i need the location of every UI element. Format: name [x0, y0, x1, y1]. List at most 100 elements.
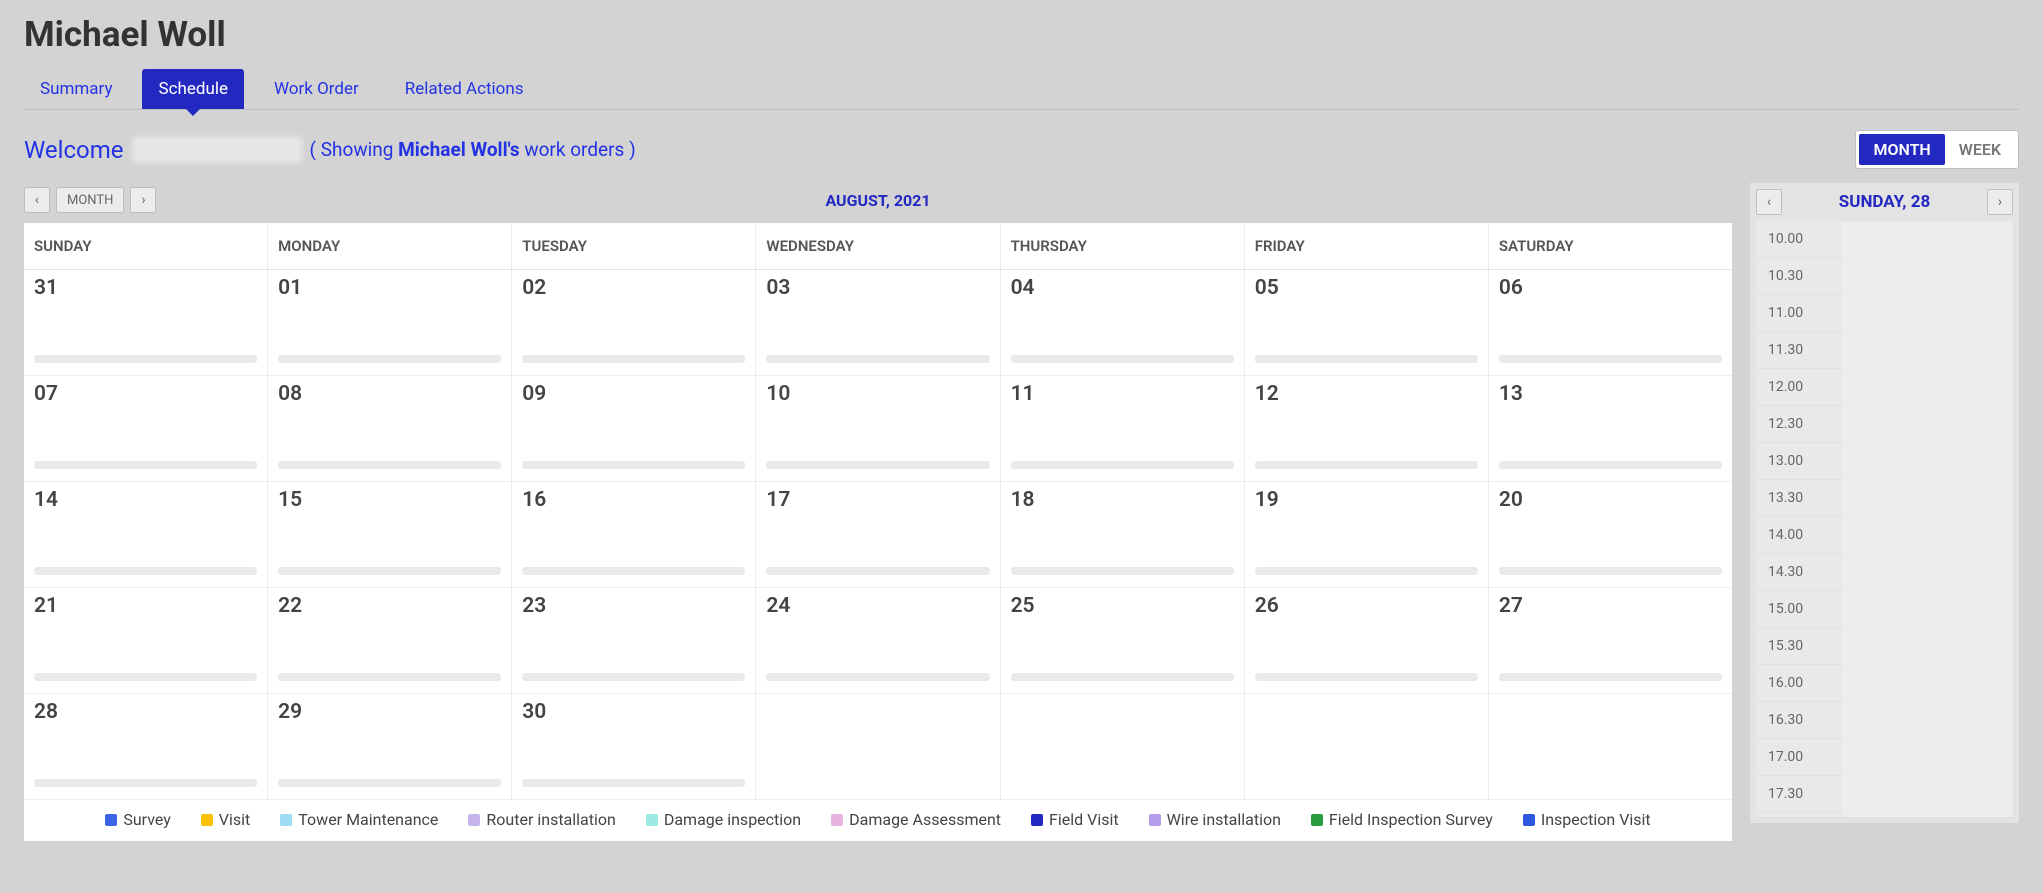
view-week-button[interactable]: WEEK — [1945, 134, 2015, 165]
time-slot: 17.30 — [1756, 776, 1842, 813]
calendar-cell[interactable]: 19 — [1245, 482, 1489, 588]
calendar-cell[interactable]: 10 — [756, 376, 1000, 482]
calendar-cell[interactable]: 21 — [24, 588, 268, 694]
view-month-button[interactable]: MONTH — [1859, 134, 1944, 165]
day-header: MONDAY — [268, 223, 512, 270]
calendar-cell[interactable]: 18 — [1001, 482, 1245, 588]
calendar-cell[interactable]: 06 — [1489, 270, 1732, 376]
showing-suffix: work orders ) — [520, 138, 636, 161]
time-slot: 11.00 — [1756, 295, 1842, 332]
day-header: FRIDAY — [1245, 223, 1489, 270]
date-number: 21 — [34, 594, 257, 618]
day-pane: ‹ SUNDAY, 28 › 10.0010.3011.0011.3012.00… — [1750, 183, 2019, 823]
legend-swatch — [1523, 814, 1535, 826]
calendar-cell[interactable]: 09 — [512, 376, 756, 482]
calendar-cell[interactable]: 07 — [24, 376, 268, 482]
calendar-cell[interactable]: 30 — [512, 694, 756, 800]
calendar-cell[interactable] — [756, 694, 1000, 800]
calendar-cell[interactable]: 29 — [268, 694, 512, 800]
calendar-cell[interactable]: 31 — [24, 270, 268, 376]
calendar-cell[interactable]: 12 — [1245, 376, 1489, 482]
calendar-cell[interactable]: 26 — [1245, 588, 1489, 694]
event-placeholder — [766, 461, 989, 469]
time-slot: 14.30 — [1756, 554, 1842, 591]
event-placeholder — [1499, 355, 1722, 363]
today-month-button[interactable]: MONTH — [56, 187, 124, 213]
legend-item: Tower Maintenance — [280, 810, 438, 829]
month-title: AUGUST, 2021 — [24, 191, 1732, 210]
legend-label: Damage inspection — [664, 810, 801, 829]
event-placeholder — [1011, 355, 1234, 363]
calendar-cell[interactable]: 22 — [268, 588, 512, 694]
date-number: 24 — [766, 594, 989, 618]
date-number: 06 — [1499, 276, 1722, 300]
legend-item: Field Inspection Survey — [1311, 810, 1493, 829]
calendar-cell[interactable]: 03 — [756, 270, 1000, 376]
calendar-cell[interactable]: 27 — [1489, 588, 1732, 694]
calendar-cell[interactable]: 20 — [1489, 482, 1732, 588]
legend-item: Wire installation — [1149, 810, 1281, 829]
event-placeholder — [1011, 567, 1234, 575]
date-number: 01 — [278, 276, 501, 300]
calendar-cell[interactable]: 17 — [756, 482, 1000, 588]
month-nav: ‹ MONTH › AUGUST, 2021 — [24, 187, 1732, 213]
date-number: 26 — [1255, 594, 1478, 618]
date-number: 31 — [34, 276, 257, 300]
calendar-cell[interactable]: 01 — [268, 270, 512, 376]
tab-bar: Summary Schedule Work Order Related Acti… — [24, 69, 2019, 110]
date-number: 30 — [522, 700, 745, 724]
time-slot: 10.00 — [1756, 221, 1842, 258]
date-number: 28 — [34, 700, 257, 724]
day-header: SUNDAY — [24, 223, 268, 270]
prev-day-button[interactable]: ‹ — [1756, 189, 1782, 215]
date-number: 08 — [278, 382, 501, 406]
time-slot: 13.30 — [1756, 480, 1842, 517]
day-header: THURSDAY — [1001, 223, 1245, 270]
calendar-cell[interactable] — [1245, 694, 1489, 800]
welcome-label: Welcome — [24, 136, 124, 164]
calendar-cell[interactable]: 13 — [1489, 376, 1732, 482]
calendar-cell[interactable]: 24 — [756, 588, 1000, 694]
calendar-cell[interactable] — [1489, 694, 1732, 800]
date-number: 07 — [34, 382, 257, 406]
prev-month-button[interactable]: ‹ — [24, 187, 50, 213]
calendar-cell[interactable]: 04 — [1001, 270, 1245, 376]
date-number: 23 — [522, 594, 745, 618]
calendar-cell[interactable]: 16 — [512, 482, 756, 588]
legend-label: Damage Assessment — [849, 810, 1001, 829]
next-month-button[interactable]: › — [130, 187, 156, 213]
time-slot: 12.00 — [1756, 369, 1842, 406]
legend-label: Tower Maintenance — [298, 810, 438, 829]
tab-summary[interactable]: Summary — [24, 69, 128, 109]
legend-swatch — [1031, 814, 1043, 826]
event-placeholder — [1255, 567, 1478, 575]
calendar-cell[interactable] — [1001, 694, 1245, 800]
event-placeholder — [1255, 673, 1478, 681]
calendar-cell[interactable]: 23 — [512, 588, 756, 694]
date-number: 15 — [278, 488, 501, 512]
calendar-cell[interactable]: 14 — [24, 482, 268, 588]
event-placeholder — [522, 779, 745, 787]
date-number: 29 — [278, 700, 501, 724]
date-number: 13 — [1499, 382, 1722, 406]
tab-schedule[interactable]: Schedule — [142, 69, 243, 109]
day-event-column[interactable] — [1842, 221, 2013, 817]
date-number: 12 — [1255, 382, 1478, 406]
event-placeholder — [278, 567, 501, 575]
calendar-cell[interactable]: 05 — [1245, 270, 1489, 376]
calendar-cell[interactable]: 11 — [1001, 376, 1245, 482]
next-day-button[interactable]: › — [1987, 189, 2013, 215]
legend-label: Field Inspection Survey — [1329, 810, 1493, 829]
calendar-cell[interactable]: 28 — [24, 694, 268, 800]
calendar-cell[interactable]: 25 — [1001, 588, 1245, 694]
event-placeholder — [766, 673, 989, 681]
tab-work-order[interactable]: Work Order — [258, 69, 375, 109]
legend-label: Visit — [219, 810, 250, 829]
legend-swatch — [646, 814, 658, 826]
event-placeholder — [34, 673, 257, 681]
event-placeholder — [766, 355, 989, 363]
tab-related-actions[interactable]: Related Actions — [389, 69, 540, 109]
calendar-cell[interactable]: 15 — [268, 482, 512, 588]
calendar-cell[interactable]: 08 — [268, 376, 512, 482]
calendar-cell[interactable]: 02 — [512, 270, 756, 376]
